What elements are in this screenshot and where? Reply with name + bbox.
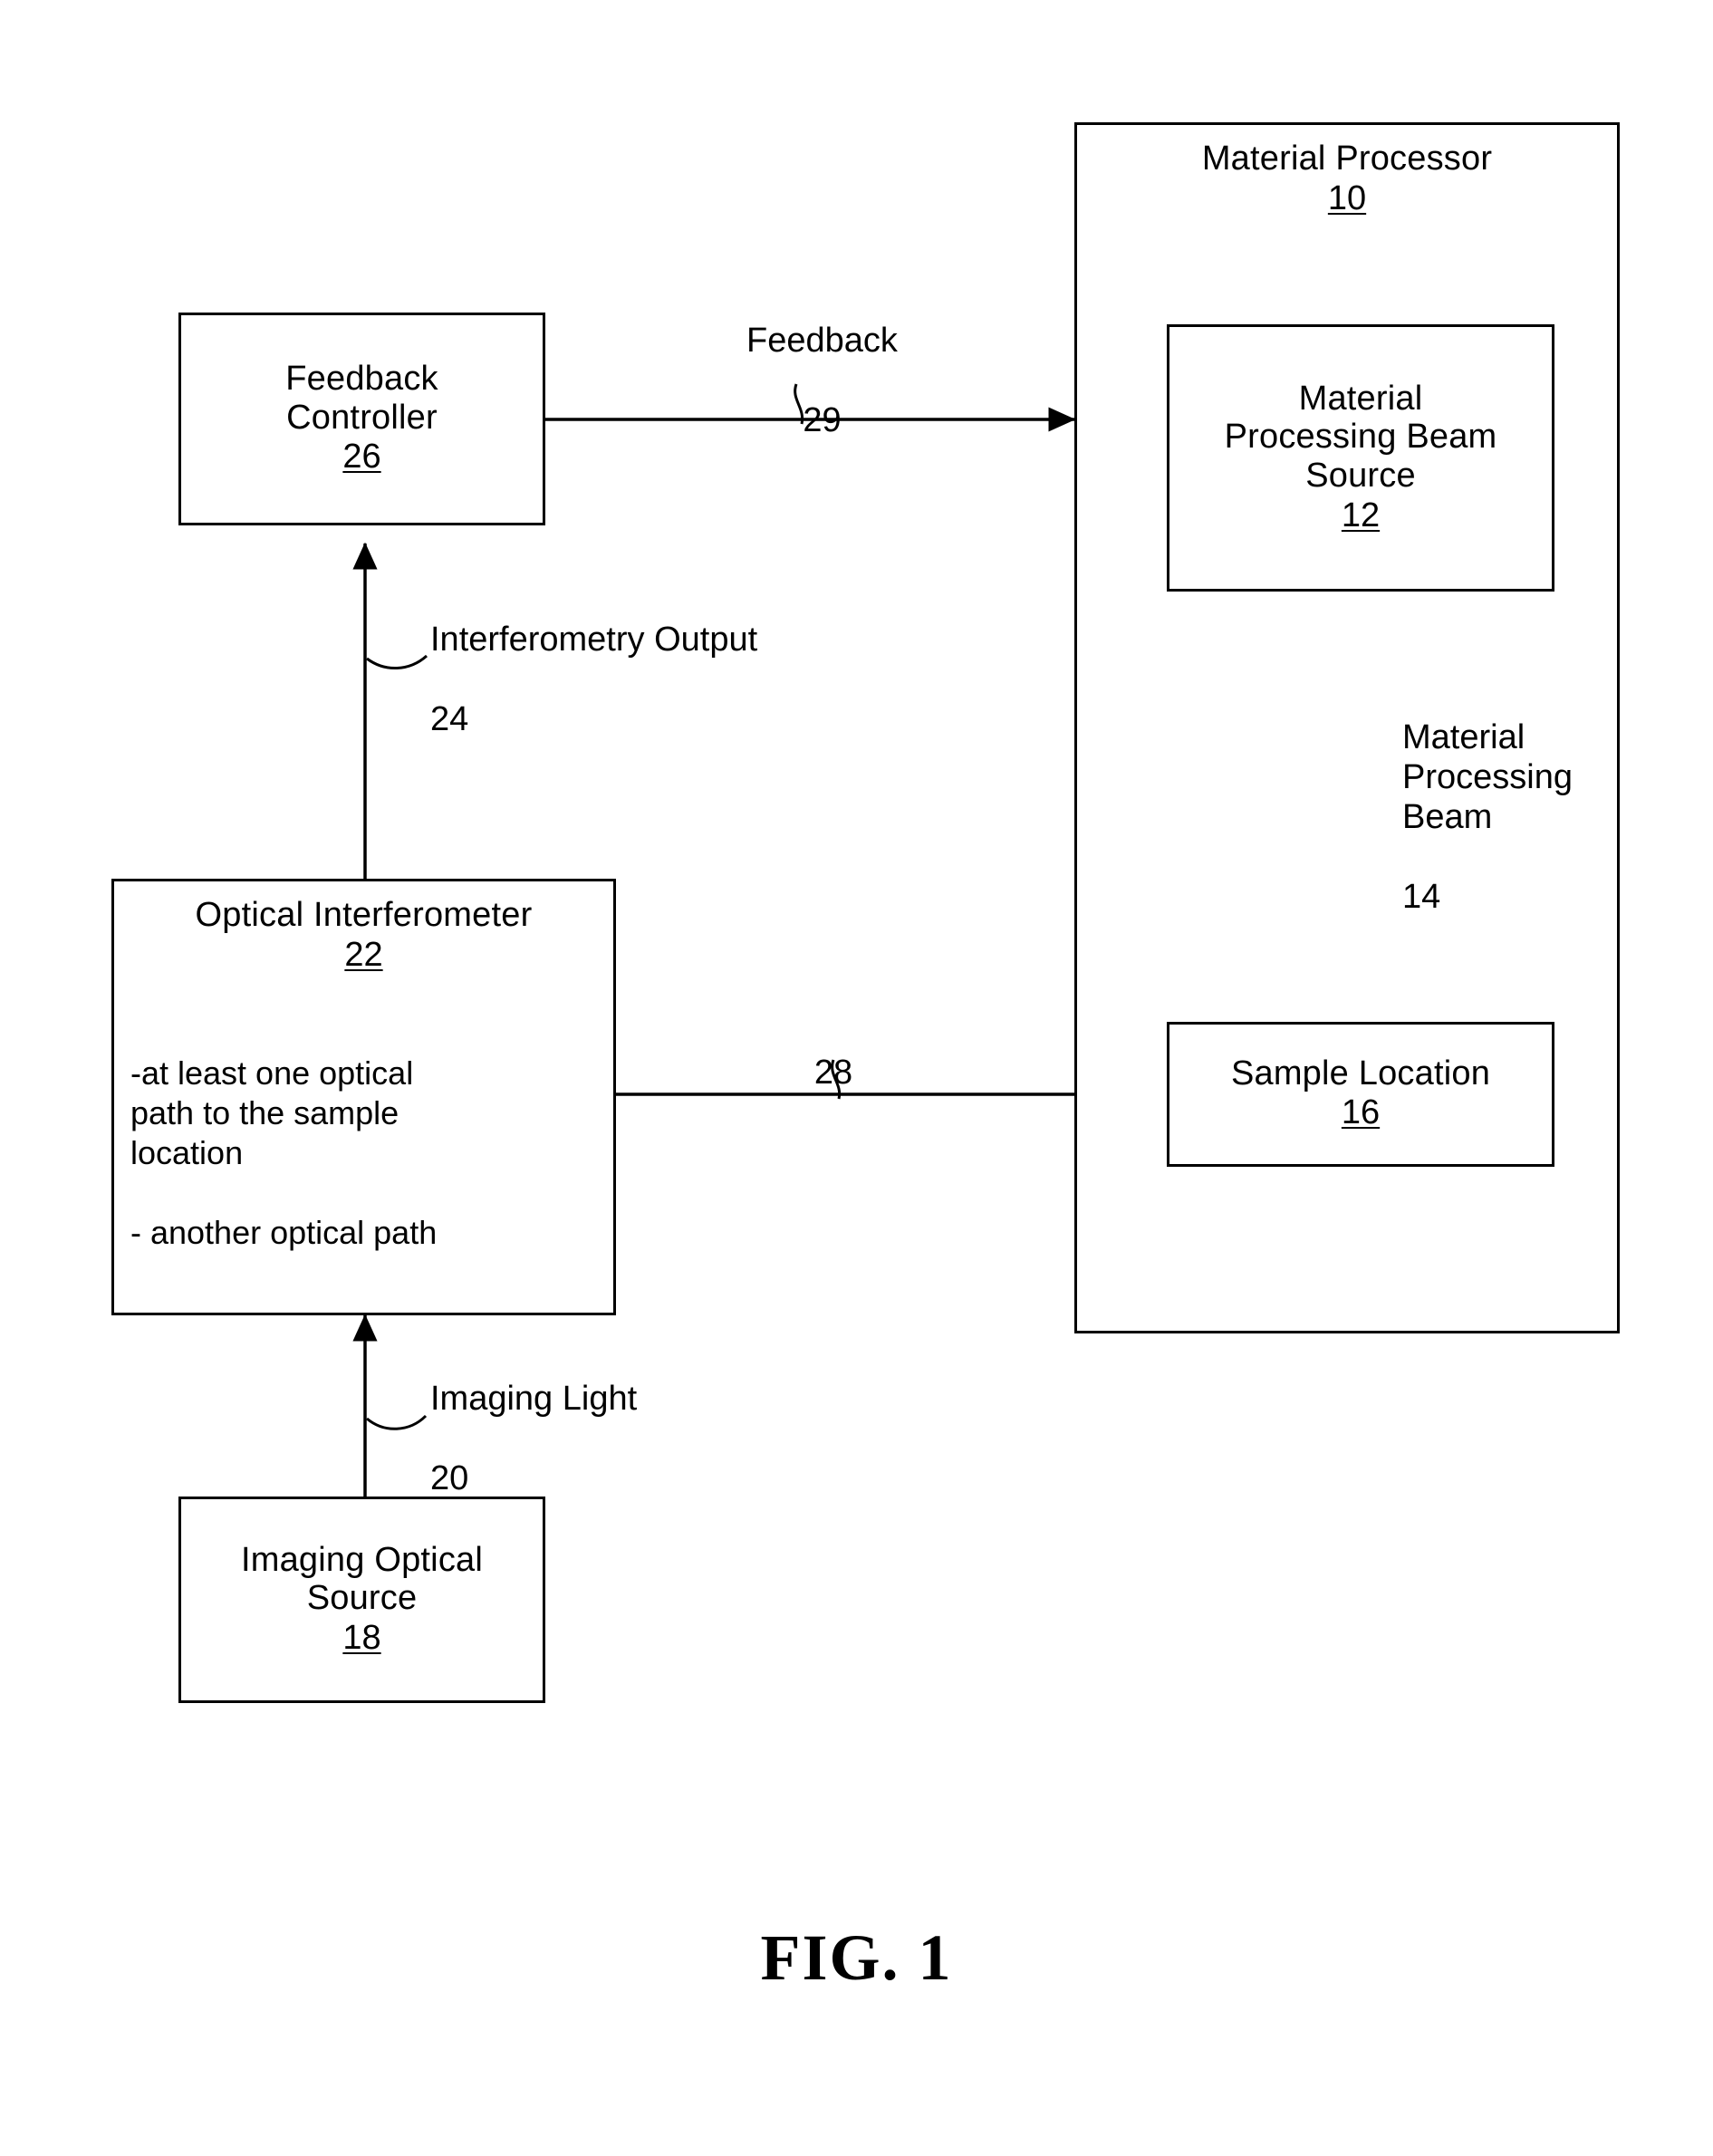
label-interferometry-output-24: Interferometry Output 24 <box>430 580 992 779</box>
label-material-processing-beam-14: Material Processing Beam 14 <box>1402 678 1701 958</box>
patent-figure-page: Material Processor 10 Material Processin… <box>0 0 1713 2156</box>
material-processor-title: Material Processor <box>1201 140 1493 178</box>
imaging-optical-source-title: Imaging Optical Source <box>240 1540 483 1618</box>
block-sample-location: Sample Location 16 <box>1167 1022 1554 1167</box>
label-sample-path-ref: 28 <box>813 1054 853 1092</box>
block-feedback-controller: Feedback Controller 26 <box>178 313 545 525</box>
label-sample-path-28: 28 <box>779 1013 888 1132</box>
sample-location-ref: 16 <box>1341 1093 1381 1132</box>
leader-interferometry-output-24 <box>366 654 428 670</box>
optical-interferometer-bullet-2: - another optical path <box>130 1213 438 1251</box>
optical-interferometer-bullet-1: -at least one optical path to the sample… <box>130 1054 414 1171</box>
leader-imaging-light-20 <box>366 1414 428 1430</box>
label-feedback-text: Feedback <box>746 322 898 361</box>
sample-location-title: Sample Location <box>1230 1054 1491 1092</box>
label-imaging-light-20: Imaging Light 20 <box>430 1339 811 1538</box>
label-imaging-light-ref: 20 <box>430 1459 469 1498</box>
label-interferometry-output-text: Interferometry Output <box>430 621 758 659</box>
label-feedback-29: Feedback 29 <box>716 281 929 480</box>
block-optical-interferometer: Optical Interferometer 22 -at least one … <box>111 879 616 1315</box>
label-interferometry-output-ref: 24 <box>430 700 469 739</box>
material-processor-ref: 10 <box>1327 178 1367 217</box>
imaging-optical-source-ref: 18 <box>342 1618 381 1657</box>
feedback-controller-title: Feedback Controller <box>285 360 438 437</box>
optical-interferometer-bullets: -at least one optical path to the sample… <box>114 1014 613 1292</box>
label-material-processing-beam-ref: 14 <box>1402 878 1441 917</box>
label-feedback-ref: 29 <box>803 401 842 440</box>
material-processing-beam-source-title: Material Processing Beam Source <box>1224 379 1497 495</box>
figure-caption: FIG. 1 <box>760 1921 953 1994</box>
label-material-processing-beam-text: Material Processing Beam <box>1402 718 1573 837</box>
block-material-processing-beam-source: Material Processing Beam Source 12 <box>1167 324 1554 592</box>
optical-interferometer-ref: 22 <box>344 935 383 974</box>
material-processing-beam-source-ref: 12 <box>1341 496 1381 534</box>
label-imaging-light-text: Imaging Light <box>430 1380 638 1419</box>
optical-interferometer-title: Optical Interferometer <box>195 896 533 934</box>
feedback-controller-ref: 26 <box>342 438 381 476</box>
